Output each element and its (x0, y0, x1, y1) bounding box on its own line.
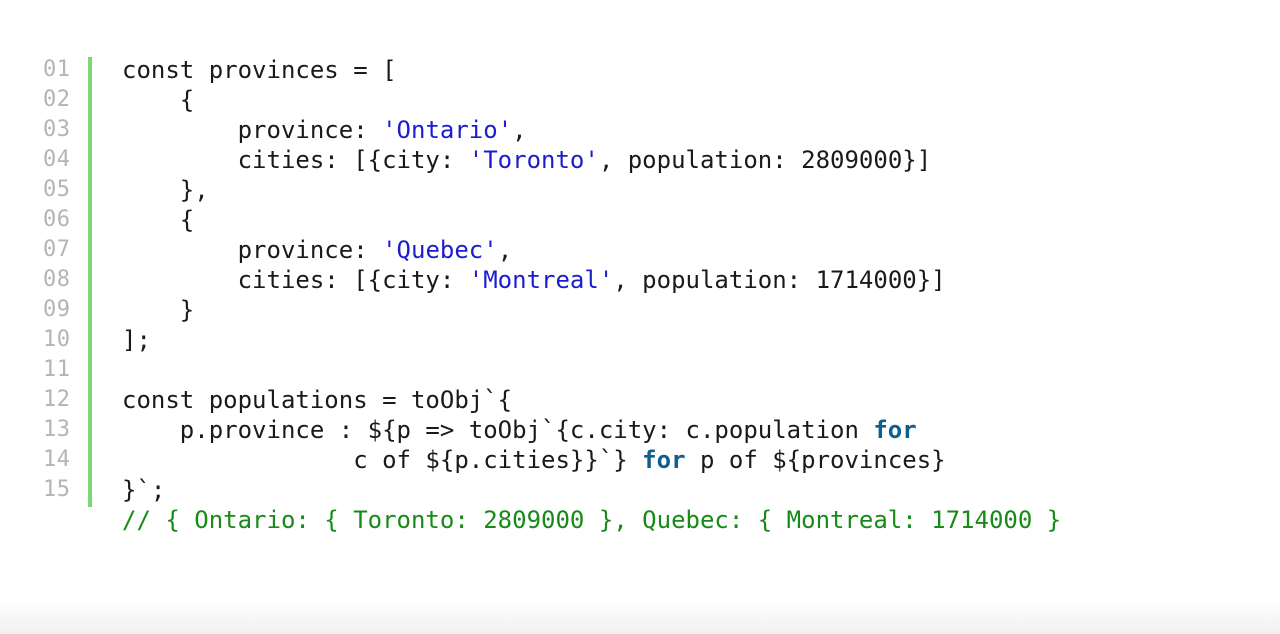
code-token: province: (122, 116, 383, 144)
line-number: 09 (43, 297, 71, 322)
code-token: { (122, 86, 195, 114)
keyword: for (642, 446, 686, 474)
code-text: province: 'Quebec', (122, 235, 513, 265)
code-token: , population: 1714000}] (613, 266, 946, 294)
code-token: const provinces = [ (122, 56, 397, 84)
code-token: p of ${provinces} (685, 446, 946, 474)
code-text: c of ${p.cities}}`} for p of ${provinces… (122, 445, 946, 475)
bottom-shadow (0, 598, 1280, 634)
code-text: const provinces = [ (122, 55, 397, 85)
line-number: 02 (43, 87, 71, 112)
line-number: 10 (43, 327, 71, 352)
code-token: cities: [{city: (122, 146, 469, 174)
code-line: 10]; (0, 325, 1280, 355)
code-text: // { Ontario: { Toronto: 2809000 }, Queb… (122, 505, 1061, 535)
code-text: province: 'Ontario', (122, 115, 527, 145)
comment: // { Ontario: { Toronto: 2809000 }, Queb… (122, 506, 1062, 534)
code-line: 07 province: 'Quebec', (0, 235, 1280, 265)
string-literal: 'Quebec' (382, 236, 498, 264)
line-number: 13 (43, 417, 71, 442)
line-number: 15 (43, 477, 71, 502)
code-text: } (122, 295, 194, 325)
line-number: 06 (43, 207, 71, 232)
code-text: { (122, 85, 194, 115)
code-line: 12 const populations = toObj`{ (0, 385, 1280, 415)
line-number: 07 (43, 237, 71, 262)
code-text: const populations = toObj`{ (122, 385, 512, 415)
code-line: 02 { (0, 85, 1280, 115)
code-line: 08 cities: [{city: 'Montreal', populatio… (0, 265, 1280, 295)
line-number: 12 (43, 387, 71, 412)
string-literal: 'Montreal' (468, 266, 614, 294)
code-text: cities: [{city: 'Montreal', population: … (122, 265, 946, 295)
code-token: const populations = toObj`{ (122, 386, 513, 414)
code-line: 05 }, (0, 175, 1280, 205)
code-text: ]; (122, 325, 151, 355)
code-line: 03 province: 'Ontario', (0, 115, 1280, 145)
code-line: 11 (0, 355, 1280, 385)
code-token: { (122, 206, 195, 234)
code-line: 13 p.province : ${p => toObj`{c.city: c.… (0, 415, 1280, 445)
line-number: 05 (43, 177, 71, 202)
code-token: , (512, 116, 527, 144)
line-number: 14 (43, 447, 71, 472)
code-line: 06 { (0, 205, 1280, 235)
code-text: { (122, 205, 194, 235)
line-number: 08 (43, 267, 71, 292)
string-literal: 'Ontario' (382, 116, 513, 144)
code-token: province: (122, 236, 383, 264)
string-literal: 'Toronto' (468, 146, 599, 174)
line-number: 03 (43, 117, 71, 142)
code-token: , population: 2809000}] (598, 146, 932, 174)
code-line: 01 const provinces = [ (0, 55, 1280, 85)
code-line: 04 cities: [{city: 'Toronto', population… (0, 145, 1280, 175)
code-token: p.province : ${p => toObj`{c.city: c.pop… (122, 416, 874, 444)
code-text: }, (122, 175, 209, 205)
code-token: c of ${p.cities}}`} (122, 446, 643, 474)
code-line: 15 }`; (0, 475, 1280, 505)
keyword: for (873, 416, 917, 444)
code-text: cities: [{city: 'Toronto', population: 2… (122, 145, 932, 175)
line-number: 11 (43, 357, 71, 382)
code-line: 09 } (0, 295, 1280, 325)
code-token: cities: [{city: (122, 266, 469, 294)
line-number: 01 (43, 57, 71, 82)
code-line: 14 c of ${p.cities}}`} for p of ${provin… (0, 445, 1280, 475)
code-text: p.province : ${p => toObj`{c.city: c.pop… (122, 415, 917, 445)
line-number: 04 (43, 147, 71, 172)
code-token: ]; (122, 326, 151, 354)
code-token: , (497, 236, 513, 264)
code-token: }`; (122, 476, 166, 504)
code-token: } (122, 296, 195, 324)
code-text: }`; (122, 475, 165, 505)
code-token: }, (122, 176, 209, 204)
code-block: 01 const provinces = [02 {03 province: 'O… (0, 55, 1280, 535)
code-line-comment: // { Ontario: { Toronto: 2809000 }, Queb… (0, 505, 1280, 535)
